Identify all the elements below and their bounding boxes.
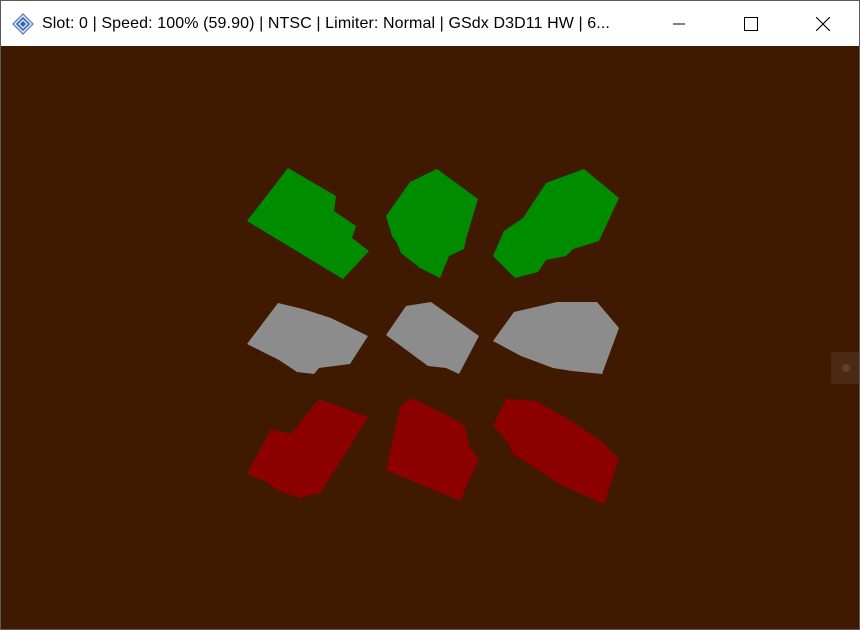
side-panel-handle[interactable] [831, 352, 859, 384]
red-shape-right [493, 399, 619, 504]
rendered-scene [247, 168, 619, 504]
green-shape-left [247, 168, 369, 279]
green-shape-right [493, 169, 619, 278]
minimize-button[interactable] [643, 1, 715, 46]
red-shape-left [247, 399, 368, 498]
green-shape-middle [386, 169, 478, 278]
minimize-icon [673, 23, 685, 24]
row-gray [247, 302, 619, 374]
red-shape-middle [386, 398, 479, 501]
game-viewport[interactable] [1, 46, 859, 629]
maximize-icon [744, 16, 758, 31]
close-button[interactable] [787, 1, 859, 46]
close-icon [816, 16, 830, 31]
maximize-button[interactable] [715, 1, 787, 46]
gray-shape-middle [386, 302, 479, 374]
panel-handle-icon [842, 364, 850, 372]
row-green [247, 168, 619, 279]
gray-shape-right [493, 302, 619, 374]
window-title: Slot: 0 | Speed: 100% (59.90) | NTSC | L… [42, 14, 610, 32]
row-red [247, 398, 619, 504]
pcsx2-icon [12, 12, 34, 35]
emulator-window: Slot: 0 | Speed: 100% (59.90) | NTSC | L… [0, 0, 860, 630]
window-controls [643, 1, 859, 46]
title-bar[interactable]: Slot: 0 | Speed: 100% (59.90) | NTSC | L… [1, 1, 859, 46]
gray-shape-left [247, 303, 368, 374]
